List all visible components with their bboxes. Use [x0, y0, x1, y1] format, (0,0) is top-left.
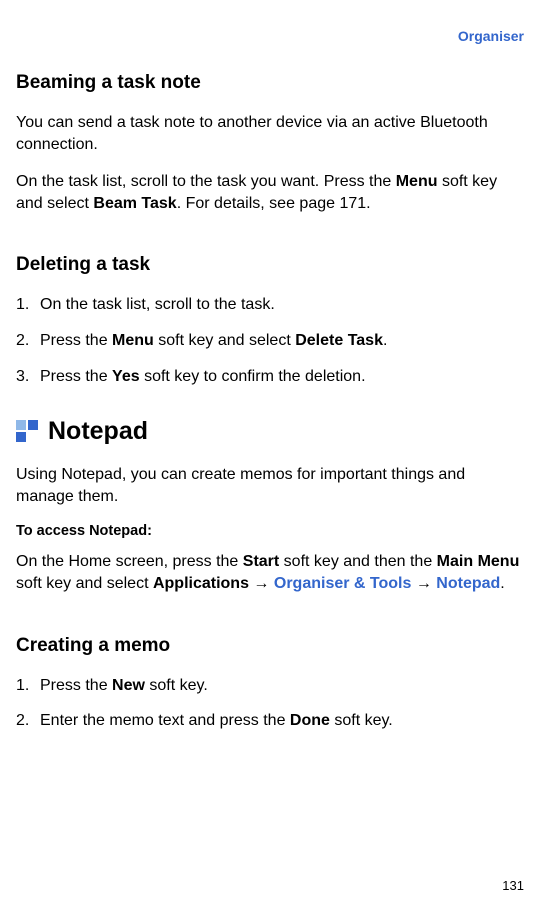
menu-organiser-tools: Organiser & Tools [274, 575, 412, 592]
step-2: 2. Enter the memo text and press the Don… [16, 710, 524, 732]
header-chapter-label: Organiser [458, 28, 524, 44]
text: . [383, 332, 387, 349]
text: . For details, see page 171. [177, 195, 371, 212]
step-number: 2. [16, 330, 40, 352]
softkey-yes: Yes [112, 368, 140, 385]
text: soft key to confirm the deletion. [140, 368, 366, 385]
softkey-done: Done [290, 712, 330, 729]
text: soft key. [145, 677, 208, 694]
text: soft key and then the [279, 553, 436, 570]
text: . [500, 575, 504, 592]
paragraph-access-notepad: On the Home screen, press the Start soft… [16, 551, 524, 594]
menu-applications: Applications [153, 575, 249, 592]
step-number: 1. [16, 675, 40, 697]
arrow-icon: → [249, 575, 274, 592]
softkey-menu: Menu [112, 332, 154, 349]
softkey-menu: Menu [396, 173, 438, 190]
text: Press the [40, 368, 112, 385]
text: Press the [40, 677, 112, 694]
text: Enter the memo text and press the [40, 712, 290, 729]
text: Press the [40, 332, 112, 349]
subheading-access-notepad: To access Notepad: [16, 523, 524, 539]
action-beam-task: Beam Task [93, 195, 176, 212]
text: soft key and select [154, 332, 295, 349]
step-number: 1. [16, 294, 40, 316]
paragraph-beam-instructions: On the task list, scroll to the task you… [16, 171, 524, 214]
section-squares-icon [16, 420, 40, 444]
step-number: 3. [16, 366, 40, 388]
heading-creating-memo: Creating a memo [16, 635, 524, 657]
heading-notepad-text: Notepad [48, 417, 148, 446]
text: soft key. [330, 712, 393, 729]
page-number: 131 [502, 878, 524, 893]
arrow-icon: → [411, 575, 436, 592]
text: On the Home screen, press the [16, 553, 243, 570]
text: soft key and select [16, 575, 153, 592]
softkey-start: Start [243, 553, 279, 570]
step-2: 2. Press the Menu soft key and select De… [16, 330, 524, 352]
text: On the task list, scroll to the task you… [16, 173, 396, 190]
heading-beaming-task-note: Beaming a task note [16, 72, 524, 94]
step-text: Press the Yes soft key to confirm the de… [40, 366, 524, 388]
paragraph-beam-intro: You can send a task note to another devi… [16, 112, 524, 155]
action-delete-task: Delete Task [295, 332, 383, 349]
step-number: 2. [16, 710, 40, 732]
step-3: 3. Press the Yes soft key to confirm the… [16, 366, 524, 388]
step-text: Press the Menu soft key and select Delet… [40, 330, 524, 352]
paragraph-notepad-intro: Using Notepad, you can create memos for … [16, 464, 524, 507]
heading-deleting-task: Deleting a task [16, 254, 524, 276]
step-1: 1. Press the New soft key. [16, 675, 524, 697]
step-text: On the task list, scroll to the task. [40, 294, 524, 316]
heading-notepad: Notepad [16, 417, 524, 446]
step-text: Enter the memo text and press the Done s… [40, 710, 524, 732]
step-text: Press the New soft key. [40, 675, 524, 697]
menu-notepad: Notepad [436, 575, 500, 592]
step-1: 1. On the task list, scroll to the task. [16, 294, 524, 316]
softkey-main-menu: Main Menu [437, 553, 520, 570]
softkey-new: New [112, 677, 145, 694]
